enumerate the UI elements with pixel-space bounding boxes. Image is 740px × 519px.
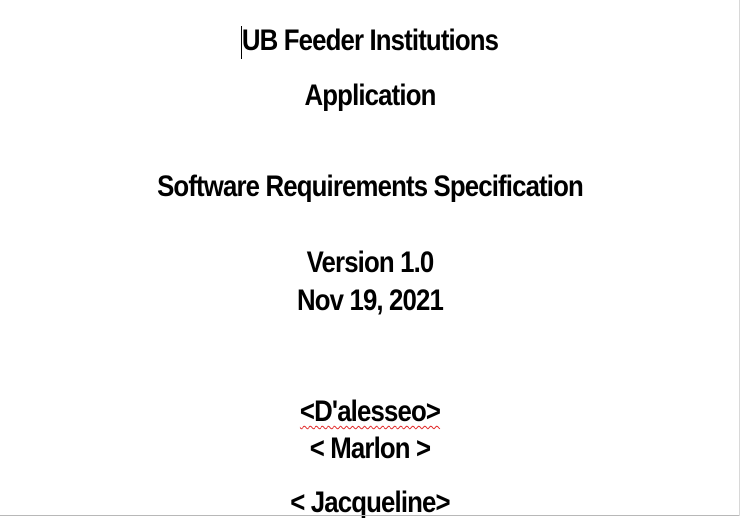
document-type-heading[interactable]: Software Requirements Specification xyxy=(52,172,688,202)
author-line-2[interactable]: < Marlon > xyxy=(52,434,688,464)
text-cursor xyxy=(241,26,242,59)
author-line-3[interactable]: < Jacqueline> xyxy=(52,488,688,518)
version-label[interactable]: Version 1.0 xyxy=(52,248,688,278)
document-subtitle[interactable]: Application xyxy=(52,81,688,111)
author-line-1[interactable]: <D'alesseo> xyxy=(52,397,688,427)
document-page[interactable]: UB Feeder Institutions Application Softw… xyxy=(0,0,740,518)
author-name-misspelled[interactable]: <D'alesseo> xyxy=(300,395,441,428)
date-label[interactable]: Nov 19, 2021 xyxy=(52,286,688,316)
document-title[interactable]: UB Feeder Institutions xyxy=(52,26,688,56)
